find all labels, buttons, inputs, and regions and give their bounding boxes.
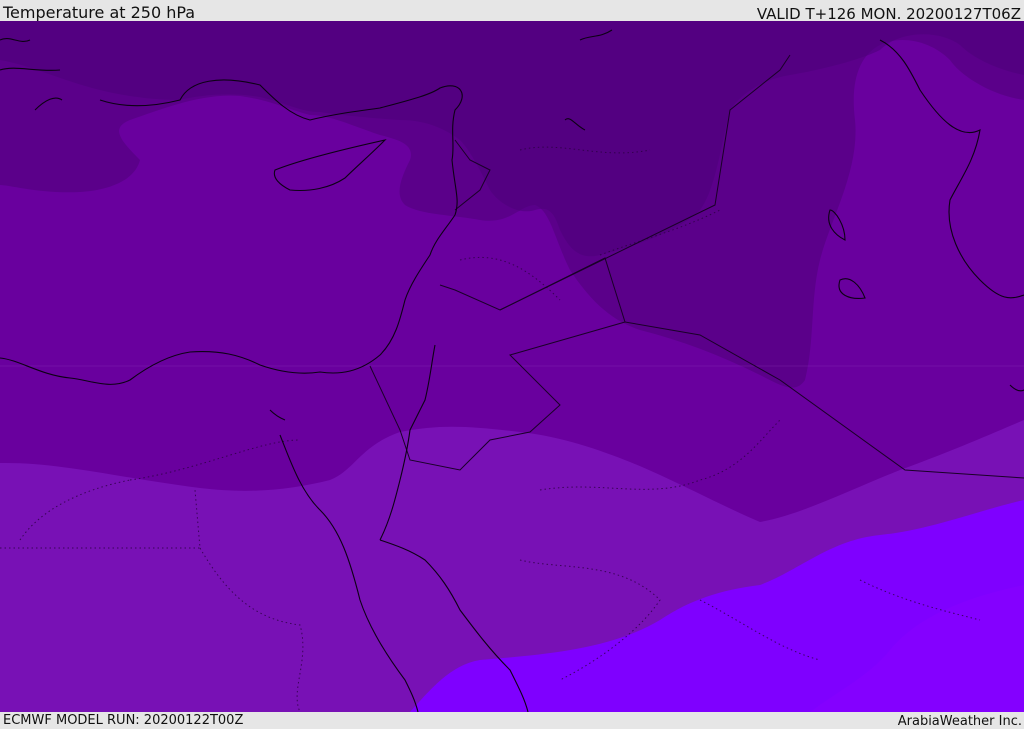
map-title: Temperature at 250 hPa (3, 3, 196, 22)
map-footer: ECMWF MODEL RUN: 20200122T00Z ArabiaWeat… (0, 712, 1024, 729)
map-header: Temperature at 250 hPa VALID T+126 MON. … (0, 0, 1024, 23)
credit: ArabiaWeather Inc. (897, 714, 1022, 729)
temperature-map[interactable] (0, 21, 1024, 712)
model-run: ECMWF MODEL RUN: 20200122T00Z (3, 713, 244, 728)
